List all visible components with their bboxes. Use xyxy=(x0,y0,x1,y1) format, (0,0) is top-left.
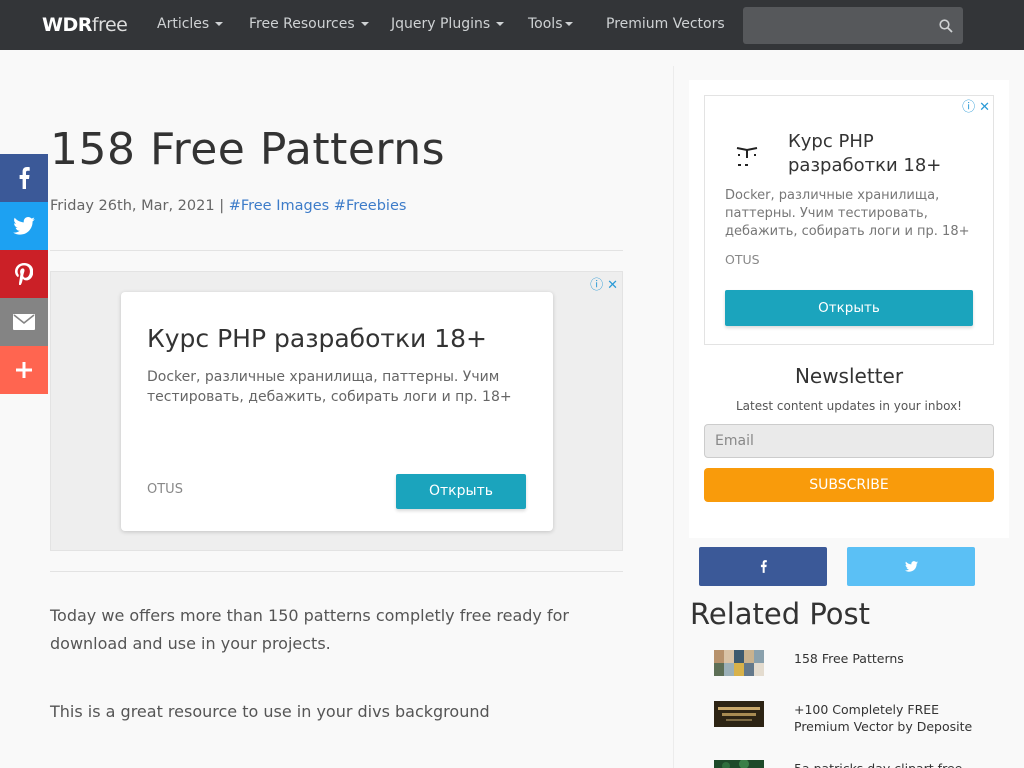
related-post-link[interactable]: 158 Free Patterns xyxy=(794,650,984,667)
post-thumbnail[interactable] xyxy=(714,760,764,768)
advertiser-logo xyxy=(736,147,758,166)
tag-link-freebies[interactable]: #Freebies xyxy=(334,198,407,214)
chevron-down-icon xyxy=(564,22,573,26)
post-thumbnail[interactable] xyxy=(714,701,764,727)
site-logo[interactable]: WDRfree xyxy=(42,14,128,36)
nav-item-tools[interactable]: Tools xyxy=(528,16,573,32)
plus-icon xyxy=(16,362,32,378)
facebook-button[interactable] xyxy=(699,547,827,586)
sidebar-ad[interactable]: ⓘ ✕ Курс PHP разработки 18+ Docker, разли… xyxy=(704,95,994,345)
article-paragraph: Today we offers more than 150 patterns c… xyxy=(50,606,569,653)
page-title: 158 Free Patterns xyxy=(50,124,446,175)
ad-title[interactable]: Курс PHP разработки 18+ xyxy=(147,324,487,353)
post-thumbnail[interactable] xyxy=(714,650,764,676)
ad-choices[interactable]: ⓘ ✕ xyxy=(586,274,618,293)
chevron-down-icon xyxy=(215,22,224,26)
divider xyxy=(50,571,623,572)
ad-card[interactable]: Курс PHP разработки 18+ Docker, различны… xyxy=(121,292,553,531)
related-post-link[interactable]: +100 Completely FREE Premium Vector by D… xyxy=(794,701,984,735)
ad-brand: OTUS xyxy=(725,252,760,267)
share-pinterest-button[interactable] xyxy=(0,250,48,298)
share-email-button[interactable] xyxy=(0,298,48,346)
share-twitter-button[interactable] xyxy=(0,202,48,250)
ad-description: Docker, различные хранилища, паттерны. У… xyxy=(147,369,512,405)
twitter-icon xyxy=(13,217,35,235)
newsletter-subtitle: Latest content updates in your inbox! xyxy=(736,399,962,413)
email-icon xyxy=(13,314,35,330)
share-more-button[interactable] xyxy=(0,346,48,394)
info-icon[interactable]: ⓘ xyxy=(590,278,603,293)
ad-open-button[interactable]: Открыть xyxy=(396,474,526,509)
ad-banner[interactable]: ⓘ ✕ Курс PHP разработки 18+ Docker, разли… xyxy=(50,271,623,551)
related-post-link[interactable]: 5a patricks day clipart free xyxy=(794,760,984,768)
tag-link-free-images[interactable]: #Free Images xyxy=(229,198,330,214)
ad-open-button[interactable]: Открыть xyxy=(725,290,973,326)
related-post-title: Related Post xyxy=(690,597,871,631)
email-field[interactable]: Email xyxy=(704,424,994,458)
top-navbar: WDRfree Articles Free Resources Jquery P… xyxy=(0,0,1024,50)
twitter-button[interactable] xyxy=(847,547,975,586)
search-icon[interactable] xyxy=(939,19,953,33)
subscribe-button[interactable]: SUBSCRIBE xyxy=(704,468,994,502)
article-meta: Friday 26th, Mar, 2021 | #Free Images #F… xyxy=(50,198,407,214)
column-divider xyxy=(673,66,674,768)
nav-item-jquery-plugins[interactable]: Jquery Plugins xyxy=(391,16,505,32)
nav-item-free-resources[interactable]: Free Resources xyxy=(249,16,369,32)
facebook-icon xyxy=(760,560,767,573)
nav-item-premium-vectors[interactable]: Premium Vectors xyxy=(606,16,725,32)
share-facebook-button[interactable] xyxy=(0,154,48,202)
close-icon[interactable]: ✕ xyxy=(607,278,618,293)
divider xyxy=(50,250,623,251)
ad-brand: OTUS xyxy=(147,482,183,497)
close-icon[interactable]: ✕ xyxy=(979,100,990,115)
info-icon[interactable]: ⓘ xyxy=(962,100,975,115)
ad-description: Docker, различные хранилища, паттерны. У… xyxy=(725,188,970,239)
facebook-icon xyxy=(19,167,30,189)
article-paragraph: This is a great resource to use in your … xyxy=(50,702,490,721)
chevron-down-icon xyxy=(360,22,369,26)
ad-choices[interactable]: ⓘ ✕ xyxy=(958,96,990,115)
ad-title[interactable]: Курс PHP разработки 18+ xyxy=(788,130,968,178)
chevron-down-icon xyxy=(496,22,505,26)
nav-item-articles[interactable]: Articles xyxy=(157,16,224,32)
pinterest-icon xyxy=(15,263,33,285)
article-date: Friday 26th, Mar, 2021 xyxy=(50,198,215,214)
search-input[interactable] xyxy=(743,7,963,44)
twitter-icon xyxy=(904,561,918,572)
newsletter-title: Newsletter xyxy=(794,364,904,388)
